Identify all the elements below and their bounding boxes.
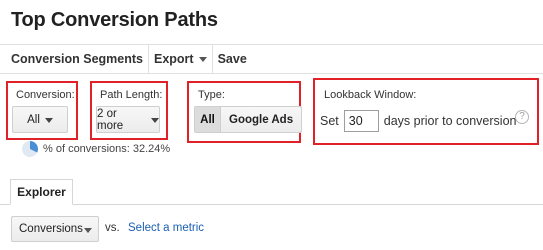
lookback-days-input[interactable] <box>343 110 379 132</box>
conversion-filter-label: Conversion: <box>16 89 75 101</box>
vs-label: vs. <box>105 222 120 234</box>
path-length-dropdown[interactable]: 2 or more <box>96 106 160 133</box>
path-length-filter-label: Path Length: <box>100 89 163 101</box>
export-button[interactable]: Export <box>149 44 212 74</box>
percent-of-conversions: % of conversions: 32.24% <box>21 140 170 158</box>
export-label: Export <box>153 52 194 66</box>
percent-of-conversions-text: % of conversions: 32.24% <box>43 143 171 155</box>
chevron-down-icon <box>84 228 92 233</box>
help-icon[interactable]: ? <box>515 110 529 124</box>
conversion-dropdown[interactable]: All <box>12 106 68 133</box>
lookback-prefix: Set <box>320 114 339 128</box>
type-option-all[interactable]: All <box>195 107 221 132</box>
tab-bar-divider <box>0 204 543 205</box>
type-option-google-ads[interactable]: Google Ads <box>221 107 302 132</box>
page: Top Conversion Paths Conversion Segments… <box>0 0 543 250</box>
chevron-down-icon <box>198 57 207 62</box>
chevron-down-icon <box>151 117 159 123</box>
report-toolbar: Conversion Segments Export Save <box>0 44 543 74</box>
type-option-all-label: All <box>200 113 215 126</box>
conversion-dropdown-value: All <box>27 113 40 126</box>
save-button[interactable]: Save <box>213 44 252 74</box>
type-toggle-group: All Google Ads <box>194 106 303 133</box>
primary-metric-dropdown[interactable]: Conversions <box>11 216 99 242</box>
lookback-suffix: days prior to conversion <box>383 114 517 128</box>
tab-explorer[interactable]: Explorer <box>10 179 73 205</box>
primary-metric-value: Conversions <box>19 223 83 235</box>
pie-chart-icon <box>22 141 39 157</box>
lookback-window-label: Lookback Window: <box>324 89 417 101</box>
tab-explorer-label: Explorer <box>17 185 66 199</box>
path-length-dropdown-value: 2 or more <box>97 107 124 132</box>
save-label: Save <box>217 52 247 66</box>
select-metric-link[interactable]: Select a metric <box>128 222 204 234</box>
type-option-google-ads-label: Google Ads <box>229 113 294 126</box>
type-filter-label: Type: <box>198 89 225 101</box>
page-title: Top Conversion Paths <box>11 9 218 31</box>
conversion-segments-button[interactable]: Conversion Segments <box>0 44 148 74</box>
conversion-segments-label: Conversion Segments <box>11 52 143 66</box>
lookback-window-row: Set days prior to conversion <box>320 110 516 132</box>
chevron-down-icon <box>44 117 53 123</box>
